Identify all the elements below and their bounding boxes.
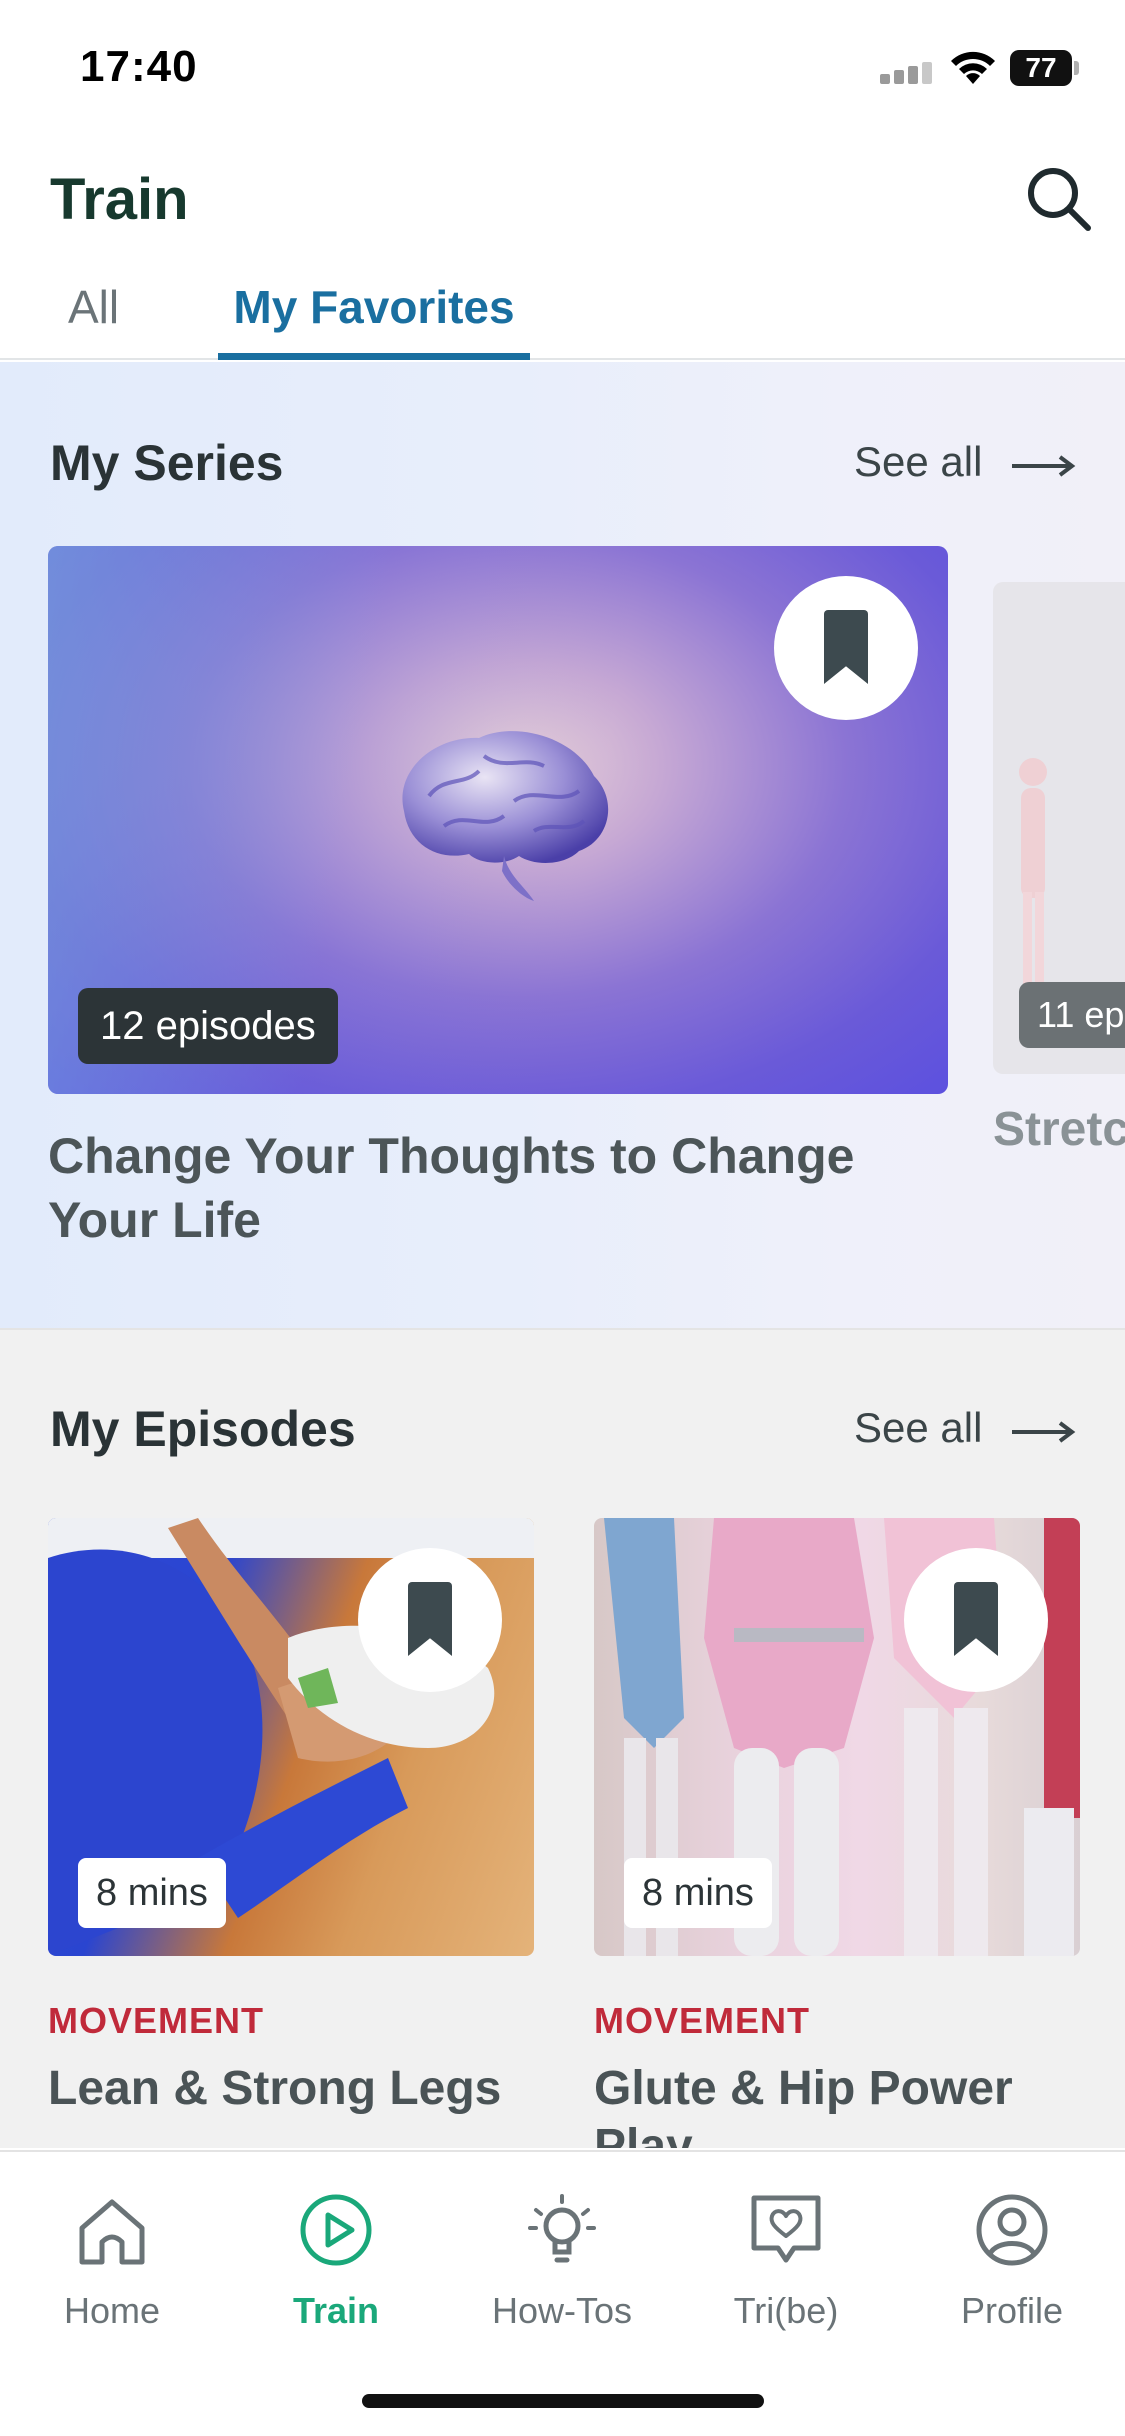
episode-card-thumbnail[interactable]: 8 mins — [48, 1518, 534, 1956]
nav-label: Train — [292, 2290, 380, 2331]
nav-label: Tri(be) — [733, 2290, 839, 2331]
battery-icon: 77 — [1010, 50, 1080, 86]
bookmark-icon — [954, 1582, 998, 1656]
duration-badge: 8 mins — [624, 1858, 772, 1928]
duration-badge: 8 mins — [78, 1858, 226, 1928]
tab-all[interactable]: All — [68, 270, 119, 360]
bookmark-button[interactable] — [358, 1548, 502, 1692]
see-all-series-link[interactable]: See all — [854, 438, 982, 486]
nav-how-tos[interactable]: How-Tos — [462, 2190, 662, 2360]
nav-label: How-Tos — [491, 2290, 633, 2331]
home-icon — [79, 2199, 145, 2265]
battery-level: 77 — [1010, 50, 1072, 86]
section-title-my-episodes: My Episodes — [50, 1401, 356, 1457]
series-card-thumbnail-peek[interactable]: 11 epi — [993, 582, 1125, 1074]
header: Train All My Favorites — [0, 140, 1125, 360]
nav-label: Home — [63, 2290, 161, 2331]
lightbulb-icon — [528, 2194, 596, 2263]
nav-train[interactable]: Train — [236, 2190, 436, 2360]
search-icon[interactable] — [1022, 162, 1096, 236]
bookmark-icon — [824, 610, 868, 684]
status-time: 17:40 — [80, 42, 198, 91]
wifi-icon — [951, 51, 995, 84]
my-episodes-section: My Episodes See all 8 mins MOVEMENT Lean… — [0, 1328, 1125, 2148]
episode-title[interactable]: Glute & Hip Power Play — [594, 2060, 1080, 2148]
episode-category: MOVEMENT — [594, 2000, 811, 2041]
episode-category: MOVEMENT — [48, 2000, 265, 2041]
episode-title[interactable]: Lean & Strong Legs — [48, 2060, 534, 2118]
my-series-section: My Series See all 12 episodes Change You… — [0, 362, 1125, 1328]
episode-card-thumbnail[interactable]: 8 mins — [594, 1518, 1080, 1956]
nav-home[interactable]: Home — [12, 2190, 212, 2360]
nav-label: Profile — [960, 2290, 1064, 2331]
see-all-episodes-link[interactable]: See all — [854, 1404, 982, 1452]
bookmark-button[interactable] — [774, 576, 918, 720]
play-circle-icon — [300, 2194, 372, 2266]
heart-chat-icon — [751, 2195, 821, 2263]
arrow-right-icon[interactable] — [1010, 454, 1076, 478]
cellular-signal-icon — [880, 58, 936, 84]
section-title-my-series: My Series — [50, 435, 284, 491]
bookmark-icon — [408, 1582, 452, 1656]
home-indicator — [362, 2394, 764, 2408]
arrow-right-icon[interactable] — [1010, 1420, 1076, 1444]
page-title: Train — [50, 167, 189, 232]
status-bar: 17:40 77 — [0, 0, 1125, 140]
series-card-title[interactable]: Change Your Thoughts to Change Your Life — [48, 1124, 948, 1252]
episode-count-badge-peek: 11 epi — [1019, 982, 1125, 1048]
nav-tribe[interactable]: Tri(be) — [686, 2190, 886, 2360]
series-card-title-peek[interactable]: Stretc — [993, 1102, 1125, 1157]
brain-image — [402, 731, 609, 901]
stretch-figure-image — [1019, 758, 1047, 992]
series-card-thumbnail[interactable]: 12 episodes — [48, 546, 948, 1094]
tab-my-favorites[interactable]: My Favorites — [218, 270, 530, 360]
active-tab-indicator — [218, 353, 530, 360]
nav-profile[interactable]: Profile — [912, 2190, 1112, 2360]
tab-bar: All My Favorites — [0, 270, 1125, 360]
profile-icon — [976, 2194, 1048, 2266]
episode-count-badge: 12 episodes — [78, 988, 338, 1064]
bookmark-button[interactable] — [904, 1548, 1048, 1692]
